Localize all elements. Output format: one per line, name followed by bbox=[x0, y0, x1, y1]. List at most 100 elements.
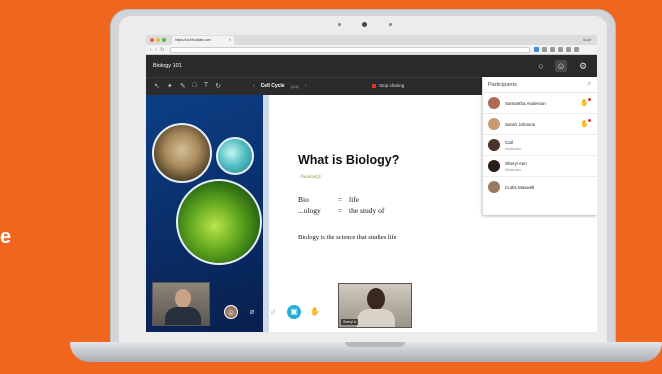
extension-icon[interactable] bbox=[534, 47, 539, 52]
avatar bbox=[488, 181, 500, 193]
draw-tool-icon[interactable]: ✎ bbox=[180, 82, 186, 90]
extension-icon[interactable] bbox=[542, 47, 547, 52]
webcam bbox=[362, 22, 367, 27]
participant-row[interactable]: Samantha Anderson ✋ bbox=[483, 93, 597, 114]
slide-name: Cell Cycle bbox=[260, 83, 285, 89]
student-video[interactable]: Sheryl A bbox=[338, 283, 412, 328]
tab-close-icon[interactable]: × bbox=[229, 38, 231, 42]
student-name-tag: Sheryl A bbox=[341, 319, 359, 325]
content-toolbar: ↖ ✦ ✎ □ T ↻ ‹ Cell Cycle (1/4) › Stop sh… bbox=[146, 77, 482, 95]
maximize-window-icon[interactable] bbox=[162, 38, 166, 42]
avatar bbox=[488, 139, 500, 151]
address-bar[interactable] bbox=[170, 47, 530, 53]
presenter-head bbox=[175, 289, 191, 308]
cell-photo bbox=[216, 137, 254, 175]
stop-sharing-label: Stop sharing bbox=[379, 83, 405, 88]
raised-hand-icon: ✋ bbox=[580, 119, 591, 128]
slide-navigator: ‹ Cell Cycle (1/4) › bbox=[253, 83, 306, 89]
slide-body: Biology is the science that studies life bbox=[298, 234, 397, 241]
participant-name: Carl bbox=[505, 140, 514, 145]
definition-term: ...ology bbox=[298, 206, 321, 215]
menu-icon[interactable] bbox=[574, 47, 579, 52]
pen-tool-icon[interactable]: ✦ bbox=[167, 82, 173, 90]
participant-row[interactable]: Carl Moderator bbox=[483, 135, 597, 156]
hand-glyph: ✋ bbox=[580, 100, 589, 107]
avatar bbox=[488, 118, 500, 130]
search-icon[interactable]: ⌕ bbox=[588, 81, 591, 88]
hand-glyph: ✋ bbox=[580, 121, 589, 128]
participant-name: Curtis Maxwell bbox=[505, 185, 535, 190]
definition-equals: = bbox=[337, 195, 343, 204]
slide-title: What is Biology? bbox=[298, 153, 400, 167]
participants-header: Participants ⌕ bbox=[483, 77, 597, 93]
screen: https://us.bbcollab.com × Scott ‹ › ↻ Bi… bbox=[146, 35, 597, 332]
participant-role: Moderator bbox=[505, 168, 521, 172]
pointer-tool-icon[interactable]: ↖ bbox=[154, 82, 160, 90]
laptop-notch bbox=[345, 342, 405, 347]
notification-dot bbox=[588, 98, 591, 101]
window-controls bbox=[150, 38, 166, 42]
participants-title: Participants bbox=[488, 82, 517, 88]
participant-name: Samantha Anderson bbox=[505, 101, 546, 106]
stop-sharing-button[interactable]: Stop sharing bbox=[372, 83, 404, 88]
avatar bbox=[488, 97, 500, 109]
camera-icon[interactable]: ⌀ bbox=[266, 305, 280, 319]
sensor-dot bbox=[338, 23, 341, 26]
extension-icon[interactable] bbox=[566, 47, 571, 52]
avatar bbox=[488, 160, 500, 172]
browser-tab-title: https://us.bbcollab.com bbox=[175, 38, 211, 42]
presenter-video[interactable] bbox=[152, 282, 210, 326]
browser-user-label[interactable]: Scott bbox=[583, 38, 591, 42]
participants-panel: Participants ⌕ Samantha Anderson ✋ Sarah… bbox=[482, 77, 597, 215]
lily-pad-photo bbox=[176, 179, 262, 265]
minimize-window-icon[interactable] bbox=[156, 38, 160, 42]
browser-tab[interactable]: https://us.bbcollab.com × bbox=[172, 36, 234, 45]
annotation-tools: ↖ ✦ ✎ □ T ↻ bbox=[154, 82, 221, 90]
attendees-icon[interactable]: ☺ bbox=[555, 60, 567, 72]
browser-tab-strip: https://us.bbcollab.com × Scott bbox=[146, 35, 597, 45]
sensor-dot bbox=[389, 23, 392, 26]
definition-row: ...ology = the study of bbox=[298, 206, 384, 215]
my-avatar[interactable]: ☺ bbox=[224, 305, 238, 319]
participant-row[interactable]: Sarah Johnson ✋ bbox=[483, 114, 597, 135]
raise-hand-icon[interactable]: ✋ bbox=[308, 305, 322, 319]
settings-icon[interactable]: ⚙ bbox=[577, 60, 589, 72]
app-header: Biology 101 ○ ☺ ⚙ bbox=[146, 55, 597, 77]
browser-nav-buttons[interactable]: ‹ › ↻ bbox=[150, 47, 165, 53]
presenter-body bbox=[165, 307, 201, 325]
student-body bbox=[357, 309, 395, 327]
microphone-icon[interactable]: ⌀ bbox=[245, 305, 259, 319]
extension-icon[interactable] bbox=[550, 47, 555, 52]
chat-icon[interactable]: ○ bbox=[535, 60, 547, 72]
participant-row[interactable]: Sheryl Ann Moderator bbox=[483, 156, 597, 177]
close-window-icon[interactable] bbox=[150, 38, 154, 42]
stop-icon bbox=[372, 83, 376, 88]
extension-icon[interactable] bbox=[558, 47, 563, 52]
definition-row: Bio = life bbox=[298, 195, 359, 204]
slide-count: (1/4) bbox=[290, 83, 299, 89]
session-controls: ☺ ⌀ ⌀ ▣ ✋ bbox=[224, 305, 322, 319]
shape-tool-icon[interactable]: □ bbox=[193, 82, 197, 90]
browser-extension-icons bbox=[534, 47, 579, 52]
text-tool-icon[interactable]: T bbox=[204, 82, 208, 90]
side-text: e bbox=[0, 226, 12, 248]
previous-slide-icon[interactable]: ‹ bbox=[253, 83, 255, 89]
participant-role: Moderator bbox=[505, 147, 521, 151]
student-head bbox=[367, 288, 385, 310]
participant-name: Sheryl Ann bbox=[505, 161, 527, 166]
animal-photo bbox=[152, 123, 212, 183]
browser-toolbar: ‹ › ↻ bbox=[146, 45, 597, 55]
shared-slide: What is Biology? /baiɒlədʒi/ Bio = life … bbox=[146, 95, 482, 332]
definition-equals: = bbox=[337, 206, 343, 215]
session-title: Biology 101 bbox=[153, 63, 182, 69]
share-content-icon[interactable]: ▣ bbox=[287, 305, 301, 319]
definition-meaning: the study of bbox=[349, 206, 385, 215]
clear-tool-icon[interactable]: ↻ bbox=[215, 82, 221, 90]
definition-term: Bio bbox=[298, 195, 309, 204]
next-slide-icon[interactable]: › bbox=[305, 83, 307, 89]
notification-dot bbox=[588, 119, 591, 122]
participant-row[interactable]: Curtis Maxwell bbox=[483, 177, 597, 198]
slide-phonetic: /baiɒlədʒi/ bbox=[300, 175, 322, 180]
participant-name: Sarah Johnson bbox=[505, 122, 536, 127]
raised-hand-icon: ✋ bbox=[580, 98, 591, 107]
